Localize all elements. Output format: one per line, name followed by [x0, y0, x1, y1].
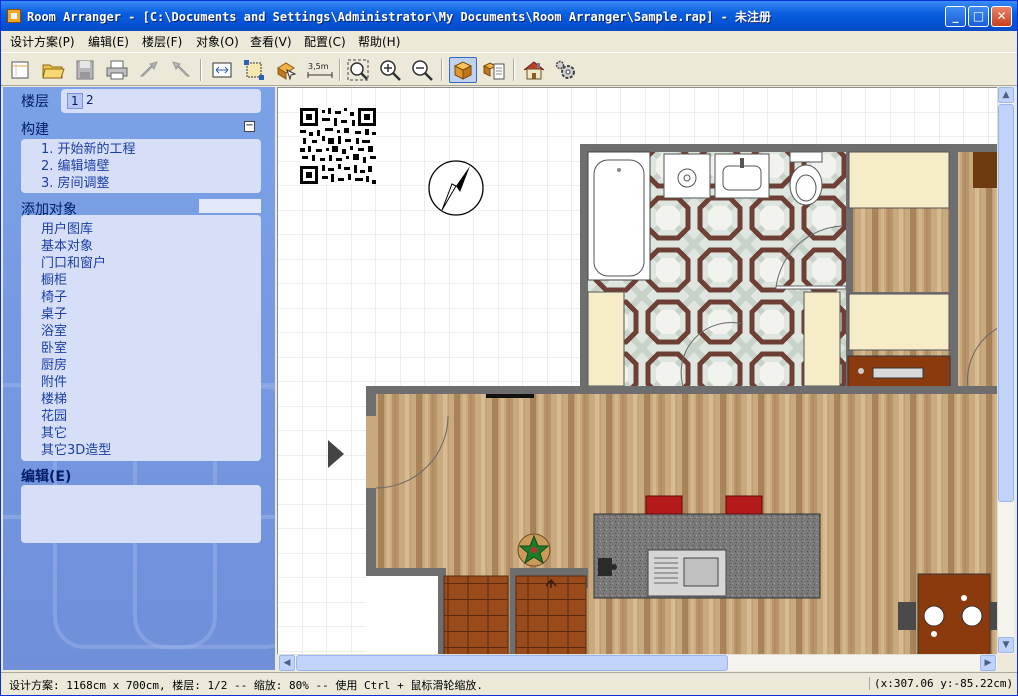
maximize-button[interactable]: □ [968, 6, 989, 27]
compass-icon [428, 160, 484, 216]
zoom-in-icon[interactable] [378, 58, 402, 82]
horizontal-scrollbar[interactable]: ◀ ▶ [279, 654, 997, 671]
3d-box-icon[interactable] [449, 57, 477, 83]
title-bar[interactable]: Room Arranger - [C:\Documents and Settin… [1, 1, 1017, 31]
floor-plan-drawing[interactable] [278, 88, 997, 654]
edit-panel [21, 485, 261, 543]
build-step-room-adjust[interactable]: 3. 房间调整 [41, 172, 110, 191]
toolbar-separator [339, 59, 341, 81]
kitchen-sink [647, 549, 727, 597]
potted-plant [517, 533, 551, 567]
floors-panel: 1 2 [61, 89, 261, 113]
app-icon[interactable] [7, 9, 21, 23]
plan-size-icon[interactable] [210, 58, 234, 82]
undo-icon[interactable] [137, 58, 161, 82]
floors-heading: 楼层 [21, 94, 49, 110]
floor-plan-canvas[interactable] [277, 87, 997, 654]
toolbar-separator [200, 59, 202, 81]
scroll-down-button[interactable]: ▼ [998, 637, 1014, 653]
wardrobe [848, 151, 950, 209]
measure-label: 3,5m [308, 62, 329, 71]
settings-gear-icon[interactable] [554, 58, 578, 82]
menu-help[interactable]: 帮助(H) [358, 33, 400, 50]
close-button[interactable]: ✕ [991, 6, 1012, 27]
cabinet [848, 293, 950, 351]
edit-heading: 编辑(E) [21, 469, 72, 485]
object-list-icon[interactable] [482, 58, 506, 82]
window-title: Room Arranger - [C:\Documents and Settin… [27, 10, 772, 24]
menu-design[interactable]: 设计方案(P) [10, 33, 75, 50]
save-icon[interactable] [73, 58, 97, 82]
menu-bar: 设计方案(P) 编辑(E) 楼层(F) 对象(O) 查看(V) 配置(C) 帮助… [1, 31, 1017, 51]
scroll-up-button[interactable]: ▲ [998, 87, 1014, 103]
task-sidebar: 楼层 1 2 构建 − 1. 开始新的工程 2. 编辑墙壁 3. 房间调整 添加… [3, 87, 275, 670]
measure-icon[interactable]: 3,5m [306, 58, 334, 82]
floor-2-tab[interactable]: 2 [83, 93, 97, 107]
menu-object[interactable]: 对象(O) [196, 33, 239, 50]
small-cabinet [973, 152, 997, 188]
category-other-3d[interactable]: 其它3D造型 [41, 439, 111, 458]
vertical-scroll-thumb[interactable] [998, 104, 1014, 502]
app-window: Room Arranger - [C:\Documents and Settin… [0, 0, 1018, 696]
move-objects-icon[interactable] [274, 58, 298, 82]
menu-edit[interactable]: 编辑(E) [88, 33, 129, 50]
print-icon[interactable] [105, 58, 129, 82]
floor-1-tab[interactable]: 1 [67, 93, 83, 109]
washbasin-large [714, 153, 770, 199]
scroll-right-button[interactable]: ▶ [980, 655, 996, 671]
scroll-corner [997, 654, 1014, 671]
toilet [789, 151, 823, 206]
toolbar-separator [441, 59, 443, 81]
open-icon[interactable] [41, 58, 65, 82]
new-icon[interactable] [9, 58, 33, 82]
status-bar: 设计方案: 1168cm x 700cm, 楼层: 1/2 -- 缩放: 80%… [1, 672, 1017, 695]
minimize-button[interactable]: _ [945, 6, 966, 27]
horizontal-scroll-thumb[interactable] [296, 655, 728, 671]
stairs-left [443, 575, 509, 654]
status-info: 设计方案: 1168cm x 700cm, 楼层: 1/2 -- 缩放: 80%… [9, 679, 484, 692]
vertical-scrollbar[interactable]: ▲ ▼ [997, 87, 1014, 654]
build-heading: 构建 [21, 122, 49, 138]
toolbar: 3,5m [1, 52, 1017, 86]
washbasin-small [663, 153, 711, 199]
add-objects-search-field[interactable] [199, 199, 261, 213]
qr-code [300, 108, 376, 184]
menu-view[interactable]: 查看(V) [250, 33, 292, 50]
bar-stool-2 [725, 495, 763, 515]
zoom-fit-icon[interactable] [346, 58, 370, 82]
redo-icon[interactable] [169, 58, 193, 82]
zoom-out-icon[interactable] [410, 58, 434, 82]
bathtub [587, 151, 651, 281]
crop-icon[interactable] [242, 58, 266, 82]
window-marker [486, 394, 534, 398]
menu-config[interactable]: 配置(C) [304, 33, 346, 50]
house-3d-icon[interactable] [522, 58, 546, 82]
bar-stool-1 [645, 495, 683, 515]
menu-floor[interactable]: 楼层(F) [142, 33, 182, 50]
toolbar-separator [513, 59, 515, 81]
cursor-coordinates: (x:307.06 y:-85.22cm) [869, 677, 1013, 690]
scroll-left-button[interactable]: ◀ [279, 655, 295, 671]
collapse-build-button[interactable]: − [244, 121, 255, 132]
